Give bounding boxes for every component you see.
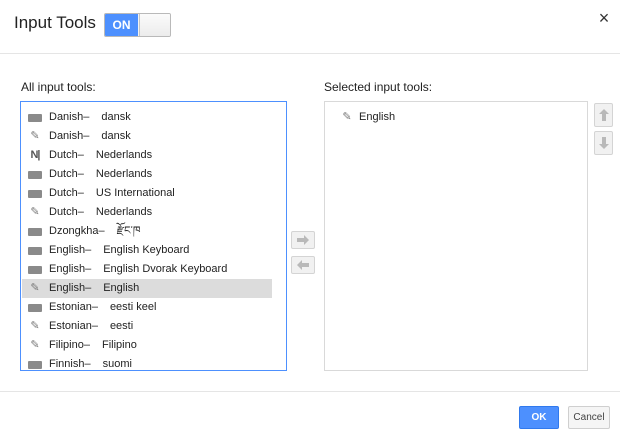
ok-button[interactable]: OK [519,406,559,429]
input-tool-item[interactable]: Danish – dansk [22,108,272,127]
pencil-icon: ✎ [342,111,352,123]
input-tool-language: English [49,244,86,256]
input-tool-language: Dutch [49,206,78,218]
input-tool-item[interactable]: ✎ Filipino – Filipino [22,336,272,355]
input-tool-name: suomi [102,358,132,370]
input-tool-language: Dutch [49,168,78,180]
input-tool-name: dansk [101,111,131,123]
selected-tool-item[interactable]: ✎ English [325,108,587,127]
input-tool-name: རྫོང་ཁ [116,225,141,237]
pencil-icon: ✎ [30,206,40,218]
input-tool-item[interactable]: Finnish – suomi [22,355,272,370]
input-tools-toggle[interactable]: ON [104,13,171,37]
pencil-icon: ✎ [30,320,40,332]
keyboard-icon [27,241,43,260]
input-tool-name: Nederlands [95,206,153,218]
input-tool-name: Filipino [101,339,137,351]
cancel-button[interactable]: Cancel [568,406,610,429]
input-tool-item[interactable]: ✎ Dutch – Nederlands [22,203,272,222]
input-tool-item[interactable]: Dutch – Nederlands [22,165,272,184]
dialog-title: Input Tools [14,13,96,32]
input-tool-item[interactable]: English – English Keyboard [22,241,272,260]
input-tool-separator: – [77,149,84,161]
arrow-down-icon [598,137,609,149]
keyboard-icon [27,184,43,203]
input-tool-separator: – [85,263,92,275]
input-tool-item[interactable]: ✎ English – English [22,279,272,298]
input-tool-language: Danish [49,130,84,142]
input-tool-separator: – [77,168,84,180]
input-tool-item[interactable]: ✎ Danish – dansk [22,127,272,146]
selected-tool-name: English [359,111,396,123]
input-tool-separator: – [83,111,90,123]
all-input-tools-label: All input tools: [21,80,96,94]
input-tool-language: English [49,282,86,294]
input-tool-language: Finnish [49,358,85,370]
input-tool-name: dansk [101,130,131,142]
keyboard-icon [27,298,43,317]
input-tool-separator: – [84,358,91,370]
input-tool-item[interactable]: Dzongkha – རྫོང་ཁ [22,222,272,241]
input-tool-separator: – [98,225,105,237]
move-down-button[interactable] [594,131,613,155]
arrow-up-icon [598,109,609,121]
keyboard-icon [27,260,43,279]
input-tool-item[interactable]: Estonian – eesti keel [22,298,272,317]
input-tool-name: eesti keel [109,301,157,313]
pencil-icon: ✎ [30,282,40,294]
input-tool-name: English [103,282,140,294]
input-tool-name: English Keyboard [103,244,190,256]
input-tool-language: Dutch [49,187,78,199]
keyboard-icon [27,165,43,184]
input-tool-name: Nederlands [95,168,153,180]
selected-input-tools-list[interactable]: ✎ English [324,101,588,371]
input-tool-separator: – [77,206,84,218]
close-icon[interactable]: × [596,9,612,27]
keyboard-icon [27,355,43,370]
input-tool-separator: – [83,339,90,351]
nl-icon: N| [30,149,40,161]
toggle-on-label: ON [105,14,138,36]
input-tool-name: Nederlands [95,149,153,161]
keyboard-icon [27,222,43,241]
input-tool-language: Dzongkha [49,225,99,237]
pencil-icon: ✎ [30,130,40,142]
input-tool-language: English [49,263,86,275]
input-tool-name: English Dvorak Keyboard [103,263,228,275]
input-tool-separator: – [85,244,92,256]
input-tool-item[interactable]: ✎ Estonian – eesti [22,317,272,336]
input-tool-language: Danish [49,111,84,123]
toggle-knob [139,14,170,36]
arrow-right-icon [297,235,309,245]
keyboard-icon [27,108,43,127]
input-tool-separator: – [91,320,98,332]
move-up-button[interactable] [594,103,613,127]
all-input-tools-list[interactable]: Danish – dansk ✎ Danish – dansk N| Dutch – Nede… [20,101,287,371]
input-tool-name: eesti [109,320,134,332]
input-tool-name: US International [95,187,175,199]
selected-input-tools-label: Selected input tools: [324,80,433,94]
arrow-left-icon [297,260,309,270]
dialog-header: Input Tools ON × [0,0,620,54]
add-button[interactable] [291,231,315,249]
input-tool-separator: – [77,187,84,199]
input-tool-separator: – [85,282,92,294]
input-tool-language: Dutch [49,149,78,161]
input-tool-language: Estonian [49,301,92,313]
input-tool-separator: – [83,130,90,142]
input-tool-language: Filipino [49,339,84,351]
remove-button[interactable] [291,256,315,274]
input-tool-item[interactable]: English – English Dvorak Keyboard [22,260,272,279]
input-tool-language: Estonian [49,320,92,332]
input-tool-item[interactable]: N| Dutch – Nederlands [22,146,272,165]
input-tool-separator: – [91,301,98,313]
input-tool-item[interactable]: Dutch – US International [22,184,272,203]
pencil-icon: ✎ [30,339,40,351]
